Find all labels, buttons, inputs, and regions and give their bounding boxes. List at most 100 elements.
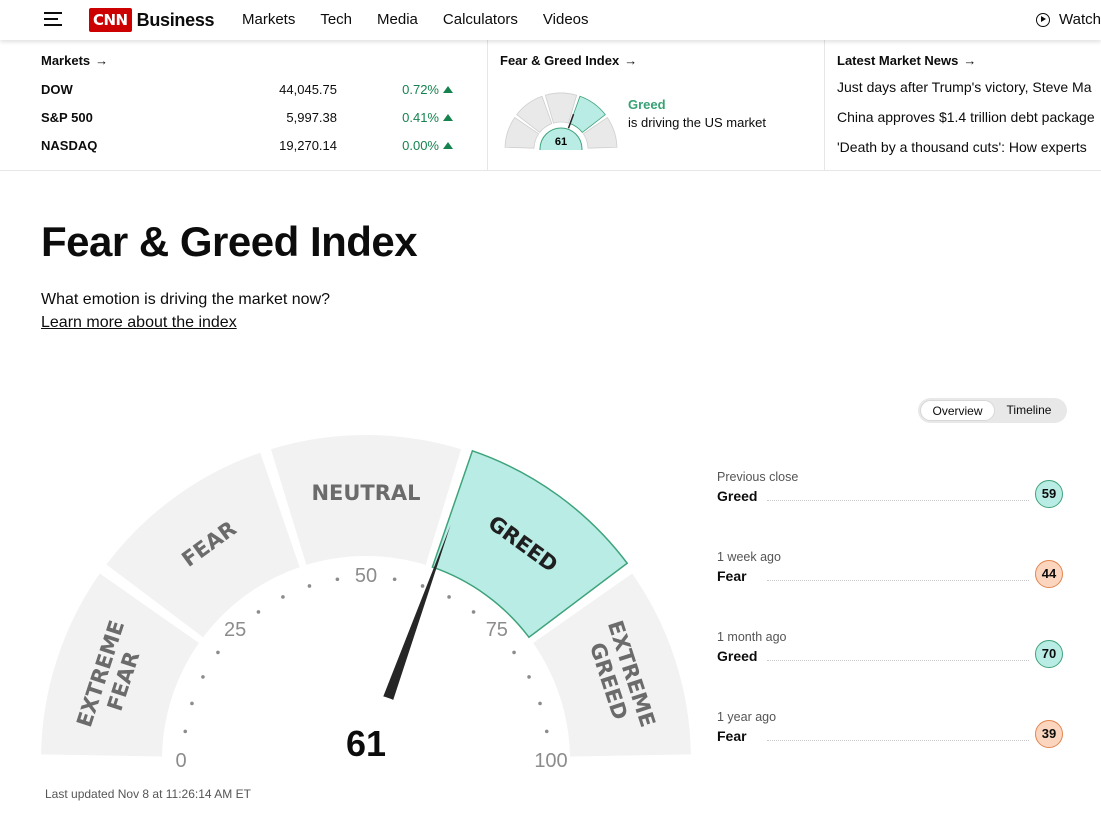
gauge-tick-dot bbox=[281, 595, 285, 599]
market-row-dow[interactable]: DOW 44,045.75 0.72% bbox=[41, 82, 453, 102]
up-arrow-icon bbox=[443, 114, 453, 121]
nav-link-videos[interactable]: Videos bbox=[543, 11, 589, 28]
gauge-tick-dot bbox=[538, 701, 542, 706]
page-title: Fear & Greed Index bbox=[41, 218, 418, 265]
gauge-tick-label: 25 bbox=[224, 619, 246, 641]
fg-widget-label: Greed is driving the US market bbox=[628, 97, 766, 130]
gauge-tick-label: 100 bbox=[534, 750, 567, 772]
history-rating: Greed bbox=[717, 488, 758, 504]
history-when: Previous close bbox=[717, 470, 799, 484]
market-name: NASDAQ bbox=[41, 138, 98, 153]
gauge-tick-dot bbox=[190, 701, 194, 706]
nav-link-calculators[interactable]: Calculators bbox=[443, 11, 518, 28]
history-rating: Fear bbox=[717, 728, 747, 744]
history-row-previous-close: Previous close Greed 59 bbox=[717, 470, 1063, 510]
nav-links: Markets Tech Media Calculators Videos bbox=[242, 11, 614, 28]
leader-dots bbox=[767, 660, 1029, 661]
menu-icon[interactable] bbox=[44, 12, 62, 26]
arrow-right-icon: → bbox=[95, 53, 109, 68]
fg-widget-rating: Greed bbox=[628, 97, 666, 112]
gauge-tick-label: 75 bbox=[486, 619, 508, 641]
gauge-tick-dot bbox=[183, 729, 188, 734]
history-row-1-week: 1 week ago Fear 44 bbox=[717, 550, 1063, 590]
nav-link-media[interactable]: Media bbox=[377, 11, 418, 28]
gauge-tick-dot bbox=[471, 610, 476, 614]
news-title: Latest Market News bbox=[837, 53, 959, 68]
brand-name[interactable]: Business bbox=[137, 10, 215, 31]
gauge-tick-dot bbox=[392, 577, 397, 582]
history-rating: Greed bbox=[717, 648, 758, 664]
gauge-tick-dot bbox=[216, 650, 220, 655]
gauge-tick-dot bbox=[512, 650, 516, 655]
market-value: 19,270.14 bbox=[279, 138, 337, 153]
toggle-overview[interactable]: Overview bbox=[920, 400, 995, 421]
gauge-tick-label: 50 bbox=[355, 565, 377, 587]
nav-link-markets[interactable]: Markets bbox=[242, 11, 295, 28]
page-subtitle: What emotion is driving the market now? bbox=[41, 291, 331, 308]
history-value-badge: 39 bbox=[1035, 720, 1063, 748]
markets-title: Markets bbox=[41, 53, 91, 68]
gauge-tick-dot bbox=[307, 584, 312, 588]
history-row-1-month: 1 month ago Greed 70 bbox=[717, 630, 1063, 670]
market-strip: Markets → DOW 44,045.75 0.72% S&P 500 5,… bbox=[0, 40, 1101, 171]
gauge-tick-dot bbox=[527, 675, 531, 679]
market-value: 44,045.75 bbox=[279, 82, 337, 97]
gauge-tick-dot bbox=[335, 577, 340, 582]
news-item[interactable]: China approves $1.4 trillion debt packag… bbox=[837, 109, 1095, 125]
top-nav: CNN Business Markets Tech Media Calculat… bbox=[0, 0, 1101, 40]
leader-dots bbox=[767, 740, 1029, 741]
gauge-tick-dot bbox=[256, 610, 261, 614]
up-arrow-icon bbox=[443, 142, 453, 149]
market-change: 0.72% bbox=[402, 82, 439, 97]
arrow-right-icon: → bbox=[624, 53, 638, 68]
play-icon bbox=[1036, 12, 1050, 27]
history-when: 1 month ago bbox=[717, 630, 787, 644]
market-name: S&P 500 bbox=[41, 110, 93, 125]
news-item[interactable]: 'Death by a thousand cuts': How experts bbox=[837, 139, 1087, 155]
mini-gauge: 61 bbox=[504, 92, 618, 150]
gauge-label-neutral: NEUTRAL bbox=[311, 481, 420, 505]
markets-panel: Markets → DOW 44,045.75 0.72% S&P 500 5,… bbox=[41, 40, 487, 170]
fear-greed-gauge: 0 25 50 75 100 EXTREMEFEARFEARNEUTRALGRE… bbox=[41, 435, 691, 780]
news-item[interactable]: Just days after Trump's victory, Steve M… bbox=[837, 79, 1092, 95]
gauge-tick-dot bbox=[420, 584, 425, 588]
history-value-badge: 59 bbox=[1035, 480, 1063, 508]
nav-link-tech[interactable]: Tech bbox=[320, 11, 352, 28]
history-when: 1 week ago bbox=[717, 550, 781, 564]
gauge-tick-label: 0 bbox=[175, 750, 186, 772]
cnn-logo[interactable]: CNN bbox=[89, 8, 132, 32]
history-value-badge: 70 bbox=[1035, 640, 1063, 668]
leader-dots bbox=[767, 500, 1029, 501]
last-updated: Last updated Nov 8 at 11:26:14 AM ET bbox=[45, 787, 251, 801]
watch-label: Watch bbox=[1059, 11, 1101, 28]
toggle-timeline[interactable]: Timeline bbox=[995, 400, 1063, 421]
markets-title-link[interactable]: Markets → bbox=[41, 53, 487, 68]
view-toggle: Overview Timeline bbox=[918, 398, 1067, 423]
news-panel: Latest Market News → Just days after Tru… bbox=[825, 40, 1101, 170]
cnn-business-logo[interactable]: CNN Business bbox=[89, 7, 215, 33]
watch-button[interactable]: Watch bbox=[1036, 11, 1101, 28]
gauge-value: 61 bbox=[346, 723, 386, 764]
mini-gauge-value: 61 bbox=[555, 136, 567, 148]
market-row-sp500[interactable]: S&P 500 5,997.38 0.41% bbox=[41, 110, 453, 130]
history-when: 1 year ago bbox=[717, 710, 777, 724]
market-name: DOW bbox=[41, 82, 73, 97]
history-row-1-year: 1 year ago Fear 39 bbox=[717, 710, 1063, 750]
gauge-tick-dot bbox=[544, 729, 549, 734]
learn-more-link[interactable]: Learn more about the index bbox=[41, 314, 237, 332]
arrow-right-icon: → bbox=[963, 53, 977, 68]
fg-widget-title-link[interactable]: Fear & Greed Index → bbox=[500, 53, 824, 68]
fg-widget-title: Fear & Greed Index bbox=[500, 53, 620, 68]
market-change: 0.41% bbox=[402, 110, 439, 125]
market-value: 5,997.38 bbox=[286, 110, 337, 125]
leader-dots bbox=[767, 580, 1029, 581]
fg-widget-description: is driving the US market bbox=[628, 115, 766, 130]
history-rating: Fear bbox=[717, 568, 747, 584]
gauge-tick-dot bbox=[201, 675, 205, 679]
history-value-badge: 44 bbox=[1035, 560, 1063, 588]
market-row-nasdaq[interactable]: NASDAQ 19,270.14 0.00% bbox=[41, 138, 453, 158]
fear-greed-widget[interactable]: Fear & Greed Index → 61 Greed is driving… bbox=[487, 40, 825, 170]
market-change: 0.00% bbox=[402, 138, 439, 153]
up-arrow-icon bbox=[443, 86, 453, 93]
news-title-link[interactable]: Latest Market News → bbox=[837, 53, 1101, 68]
